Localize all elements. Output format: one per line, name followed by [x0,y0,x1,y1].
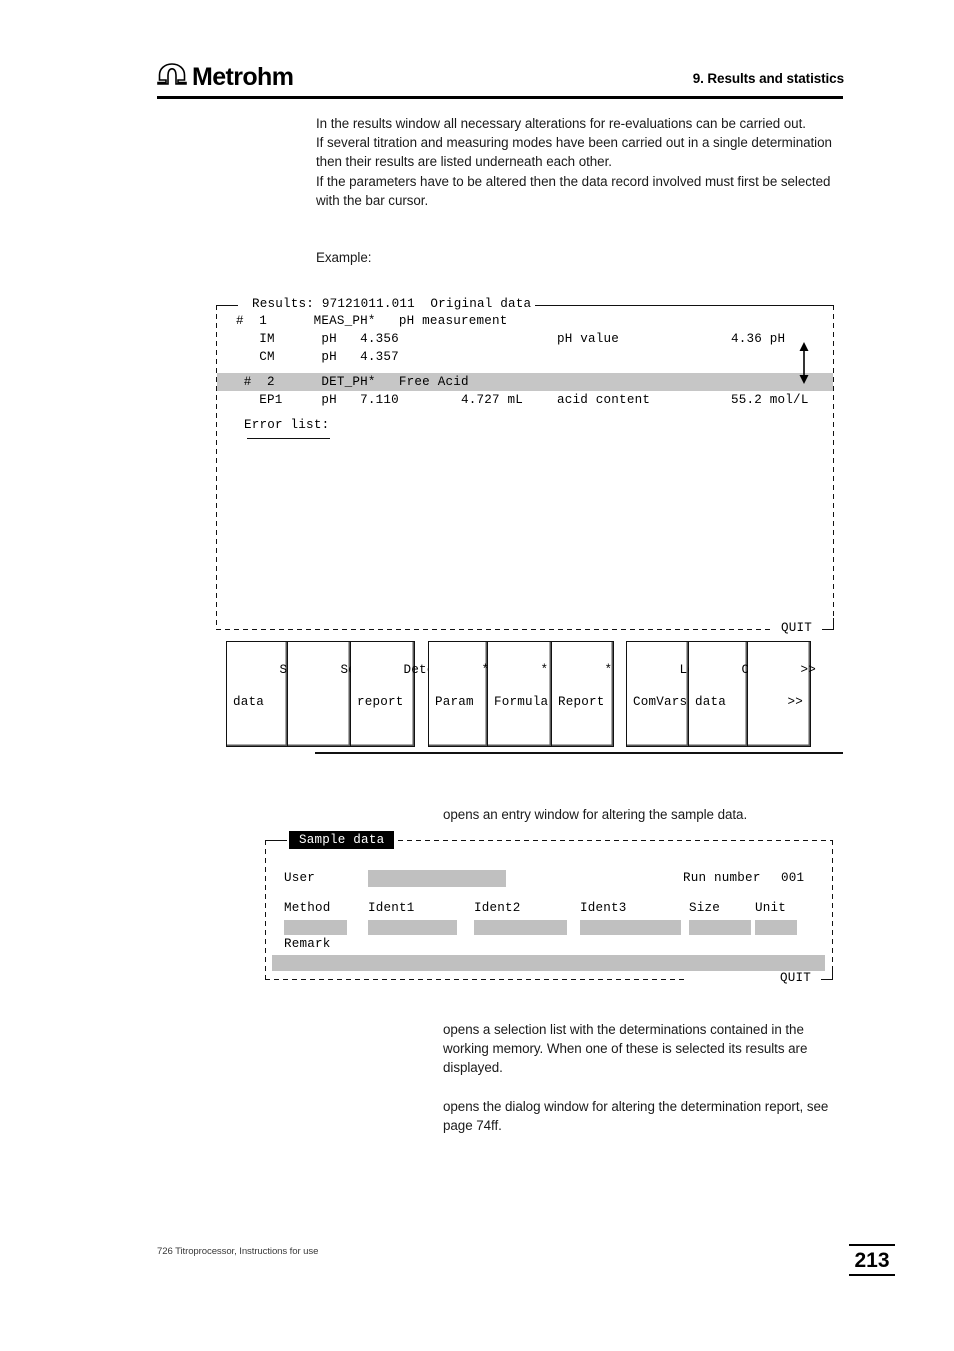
softkey-line1: * [604,663,613,677]
result-name-1: pH value [557,332,620,346]
window-corner-bottom-right [833,618,834,630]
page-number-rule-top [849,1244,895,1246]
run-number-label: Run number [683,871,761,885]
sample-data-window: Sample data User Run number 001 Method I… [265,831,833,985]
footer-note: 726 Titroprocessor, Instructions for use [157,1246,319,1257]
results-window: Results: 97121011.011 Original data # 1 … [216,297,834,635]
result-value-1: 4.36 pH [731,332,786,346]
softkey-local-comvars[interactable]: Local ComVars [626,641,718,747]
window-border-top-right [508,305,834,306]
window-border-left [216,305,217,630]
sample-quit-label[interactable]: QUIT [777,971,815,985]
sample-border-bottom [265,979,687,980]
softkey-line2: Report [558,695,605,709]
softkey-line2: data [695,695,727,709]
softkey-determ-report[interactable]: Determ. report [351,641,458,747]
softkey-line2: report [357,695,404,709]
size-label: Size [689,901,721,915]
header-rule [157,96,843,99]
unit-label: Unit [755,901,787,915]
softkey-select[interactable]: Select [288,641,387,747]
softkey-line2: Formula [494,695,549,709]
softkey-sample-data[interactable]: Sample data [226,641,326,747]
result-name-2: acid content [557,393,651,407]
softkey-calib-data[interactable]: Calib. data [689,641,788,747]
softkey-group-3: Local ComVars Calib. data >> >> [626,641,816,747]
metrohm-omega-arch-icon [157,63,187,90]
description-select: opens a selection list with the determin… [443,1022,808,1076]
description-determ-report: opens the dialog window for altering the… [443,1099,829,1134]
softkey-group-2: * Param * Formula * Report [428,641,614,747]
result-row-2[interactable]: IM pH 4.356 [236,332,399,346]
error-list-underline [247,438,330,439]
sample-window-title: Sample data [289,831,395,849]
up-down-arrow-icon[interactable] [796,342,812,388]
softkey-formula[interactable]: * Formula [488,641,552,747]
softkey-line2: Param [435,695,474,709]
window-border-top-left [216,305,238,306]
softkey-line2: ComVars [633,695,688,709]
window-border-right [833,305,834,630]
document-page: Metrohm 9. Results and statistics In the… [0,0,954,1351]
sample-corner-bottom-right [832,968,833,980]
sample-border-left [265,840,266,980]
softkey-line2: data [233,695,265,709]
softkey-param[interactable]: * Param [428,641,489,747]
method-label: Method [284,901,331,915]
results-quit-label[interactable]: QUIT [778,621,816,635]
error-list-label: Error list: [244,418,330,432]
result-row-1[interactable]: # 1 MEAS_PH* pH measurement [236,314,508,328]
sample-border-top-right [398,840,833,841]
page-number-rule-bottom [849,1274,895,1276]
page-section-title: 9. Results and statistics [692,71,844,86]
ident2-input[interactable] [474,920,567,935]
section-separator [315,752,843,754]
intro-paragraph: In the results window all necessary alte… [316,116,832,208]
ident3-label: Ident3 [580,901,627,915]
softkey-group-1: Sample data Select Determ. report [226,641,458,747]
ident2-label: Ident2 [474,901,521,915]
method-input[interactable] [284,920,347,935]
remark-label: Remark [284,937,331,951]
ident1-label: Ident1 [368,901,415,915]
sample-border-top-left [265,840,287,841]
result-row-3[interactable]: CM pH 4.357 [236,350,399,364]
softkey-more[interactable]: >> >> [748,641,816,747]
metrohm-logo: Metrohm [157,63,294,91]
softkey-report[interactable]: * Report [552,641,614,747]
results-window-title: Results: 97121011.011 Original data [248,297,536,311]
window-border-bottom [216,629,771,630]
user-input[interactable] [368,870,506,887]
softkey-line1: * [540,663,549,677]
example-label: Example: [316,250,372,265]
description-sample-data: opens an entry window for altering the s… [443,807,748,822]
ident1-input[interactable] [368,920,457,935]
softkey-line2: >> [787,695,803,709]
result-row-4[interactable]: # 2 DET_PH* Free Acid [236,375,469,389]
result-value-2: 55.2 mol/L [731,393,809,407]
remark-input[interactable] [272,955,825,971]
run-number-value: 001 [781,871,805,885]
unit-input[interactable] [755,920,797,935]
result-row-5[interactable]: EP1 pH 7.110 4.727 mL [236,393,523,407]
brand-wordmark: Metrohm [192,63,294,91]
sample-border-right [832,840,833,968]
size-input[interactable] [689,920,751,935]
ident3-input[interactable] [580,920,681,935]
page-number: 213 [854,1249,890,1272]
softkey-line1: >> [800,663,817,677]
user-label: User [284,871,316,885]
